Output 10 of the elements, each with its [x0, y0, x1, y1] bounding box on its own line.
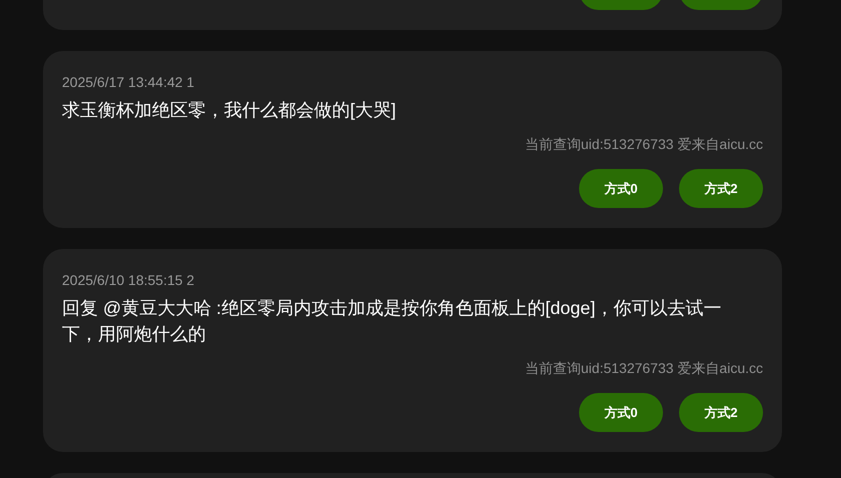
comment-meta: 2025/6/10 18:55:15 2 — [62, 271, 196, 290]
method-button[interactable]: 方式2 — [679, 393, 763, 432]
method-button[interactable]: 方式0 — [579, 169, 663, 208]
source-note: 当前查询uid:513276733 爱来自aicu.cc — [524, 359, 763, 378]
comment-meta: 2025/6/17 13:44:42 1 — [62, 73, 196, 92]
comment-text: 回复 @黄豆大大哈 :绝区零局内攻击加成是按你角色面板上的[doge]，你可以去试一下，用阿炮什么的 — [62, 297, 722, 346]
method-button[interactable]: 方式0 — [579, 393, 663, 432]
comment-text: 求玉衡杯加绝区零，我什么都会做的[大哭] — [62, 99, 398, 122]
method-button[interactable]: 方式2 — [679, 169, 763, 208]
source-note: 当前查询uid:513276733 爱来自aicu.cc — [524, 135, 763, 154]
